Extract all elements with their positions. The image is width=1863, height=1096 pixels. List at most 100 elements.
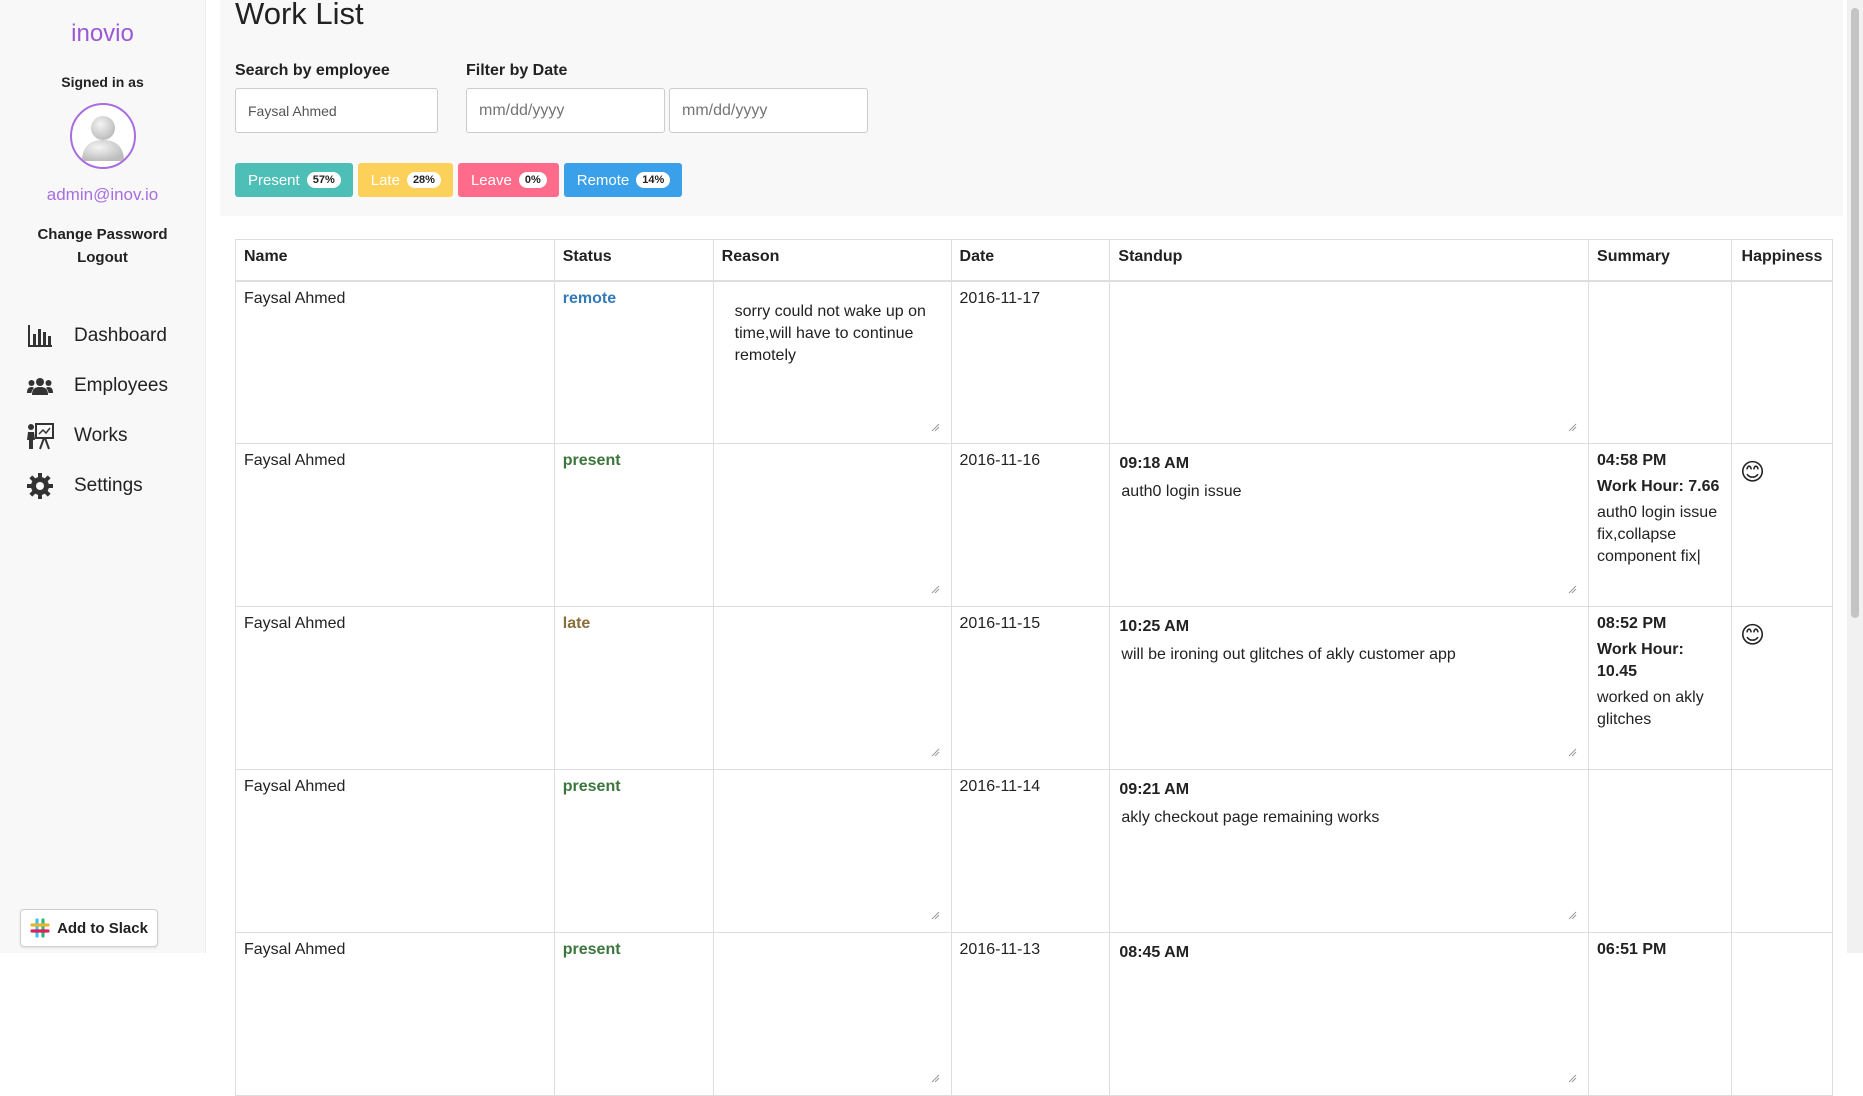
search-employee-input[interactable] <box>235 88 438 133</box>
cell-name: Faysal Ahmed <box>235 606 555 770</box>
header-standup: Standup <box>1109 239 1590 282</box>
resize-grip-icon <box>931 585 939 594</box>
remote-badge[interactable]: Remote 14% <box>563 163 683 197</box>
standup-text: akly checkout page remaining works <box>1121 809 1380 826</box>
slack-icon <box>30 918 50 938</box>
cell-date: 2016-11-15 <box>950 606 1111 770</box>
late-badge[interactable]: Late 28% <box>357 163 453 197</box>
cell-date: 2016-11-17 <box>950 280 1111 444</box>
status-text: late <box>562 615 591 632</box>
remote-label: Remote <box>576 171 630 189</box>
remote-percent: 14% <box>636 172 671 188</box>
cell-reason <box>712 606 952 770</box>
add-to-slack-label: Add to Slack <box>57 919 148 937</box>
attendance-badges: Present 57% Late 28% Leave 0% Remote 14% <box>235 163 683 197</box>
cell-name: Faysal Ahmed <box>235 280 555 444</box>
present-percent: 57% <box>306 172 341 188</box>
cell-standup: 10:25 AM will be ironing out glitches of … <box>1109 606 1590 770</box>
users-icon <box>26 372 54 400</box>
cell-name: Faysal Ahmed <box>235 443 555 607</box>
date-from-input[interactable] <box>466 88 665 133</box>
add-to-slack-button[interactable]: Add to Slack <box>20 909 158 947</box>
header-reason: Reason <box>712 239 952 282</box>
page-scrollbar[interactable] <box>1847 0 1863 953</box>
change-password-link[interactable]: Change Password <box>0 226 205 243</box>
summary-text: worked on akly glitches <box>1597 689 1704 728</box>
table-header-row: Name Status Reason Date Standup Summary … <box>235 239 1834 282</box>
standup-time: 09:18 AM <box>1119 455 1190 472</box>
work-hour: Work Hour: 10.45 <box>1597 641 1684 680</box>
cell-summary: 04:58 PM Work Hour: 7.66 auth0 login issue… <box>1588 443 1732 607</box>
cell-summary <box>1588 769 1732 933</box>
header-date: Date <box>950 239 1111 282</box>
happiness-icon: 😊 <box>1730 606 1834 770</box>
standup-text: auth0 login issue <box>1121 483 1242 500</box>
gear-icon <box>26 472 54 500</box>
brand-logo[interactable]: inovio <box>0 20 205 48</box>
cell-date: 2016-11-14 <box>950 769 1111 933</box>
cell-status: present <box>553 932 714 1096</box>
standup-time: 10:25 AM <box>1119 618 1190 635</box>
resize-grip-icon <box>1568 423 1577 431</box>
standup-time: 09:21 AM <box>1119 781 1190 798</box>
cell-date: 2016-11-13 <box>950 932 1111 1096</box>
resize-grip-icon <box>931 423 939 431</box>
present-badge[interactable]: Present 57% <box>235 163 353 197</box>
cell-summary: 08:52 PM Work Hour: 10.45 worked on akly g… <box>1588 606 1732 770</box>
resize-grip-icon <box>931 748 939 757</box>
header-name: Name <box>235 239 555 282</box>
reason-textarea[interactable] <box>721 941 943 1086</box>
cell-reason <box>712 769 952 933</box>
late-label: Late <box>370 171 400 189</box>
date-to-input[interactable] <box>669 88 868 133</box>
standup-textarea[interactable]: 09:21 AM akly checkout page remaining wor… <box>1118 778 1581 923</box>
cell-name: Faysal Ahmed <box>235 932 555 1096</box>
summary-text: auth0 login issue fix,collapse component… <box>1597 504 1718 565</box>
scrollbar-thumb[interactable] <box>1851 8 1859 618</box>
reason-textarea[interactable] <box>721 615 943 760</box>
reason-textarea[interactable] <box>721 452 943 597</box>
reason-textarea[interactable] <box>721 778 943 923</box>
table-row: Faysal Ahmed present 2016-11-14 09:21 AM akl… <box>235 769 1834 933</box>
reason-textarea[interactable]: sorry could not wake up on time,will hav… <box>721 289 943 435</box>
cell-status: remote <box>553 280 714 444</box>
summary-time: 06:51 PM <box>1597 941 1667 958</box>
late-percent: 28% <box>406 172 441 188</box>
nav-item-settings[interactable]: Settings <box>0 461 205 511</box>
resize-grip-icon <box>931 1074 939 1083</box>
logout-link[interactable]: Logout <box>0 249 205 266</box>
avatar <box>69 103 136 169</box>
cell-name: Faysal Ahmed <box>235 769 555 933</box>
table-row: Faysal Ahmed present 2016-11-16 09:18 AM aut… <box>235 443 1834 607</box>
header-summary: Summary <box>1588 239 1732 282</box>
cell-reason: sorry could not wake up on time,will hav… <box>712 280 952 444</box>
cell-reason <box>712 932 952 1096</box>
leave-badge[interactable]: Leave 0% <box>457 163 559 197</box>
nav-item-works[interactable]: Works <box>0 411 205 461</box>
resize-grip-icon <box>931 911 939 920</box>
present-label: Present <box>248 171 300 189</box>
cell-standup: 09:21 AM akly checkout page remaining wor… <box>1109 769 1590 933</box>
signed-in-label: Signed in as <box>61 74 144 90</box>
sidebar: inovio Signed in as admin@inov.io Change… <box>0 0 206 953</box>
nav-item-dashboard[interactable]: Dashboard <box>0 311 205 361</box>
cell-status: present <box>553 443 714 607</box>
status-text: present <box>562 778 621 795</box>
status-text: present <box>562 941 621 958</box>
search-label: Search by employee <box>235 62 390 79</box>
leave-percent: 0% <box>518 172 547 188</box>
standup-textarea[interactable]: 09:18 AM auth0 login issue <box>1118 452 1581 597</box>
standup-textarea[interactable]: 10:25 AM will be ironing out glitches of … <box>1118 615 1581 760</box>
cell-standup: 08:45 AM <box>1109 932 1590 1096</box>
standup-time: 08:45 AM <box>1119 944 1190 961</box>
status-text: remote <box>562 289 617 307</box>
nav-item-employees[interactable]: Employees <box>0 361 205 411</box>
filter-date-label: Filter by Date <box>466 62 568 79</box>
reason-text: sorry could not wake up on time,will hav… <box>734 302 926 364</box>
work-table: Name Status Reason Date Standup Summary … <box>235 239 1834 1096</box>
work-hour: Work Hour: 7.66 <box>1597 478 1720 495</box>
resize-grip-icon <box>1568 585 1577 594</box>
happiness-icon: 😊 <box>1730 443 1834 607</box>
standup-textarea[interactable] <box>1118 289 1581 435</box>
standup-textarea[interactable]: 08:45 AM <box>1118 941 1581 1086</box>
